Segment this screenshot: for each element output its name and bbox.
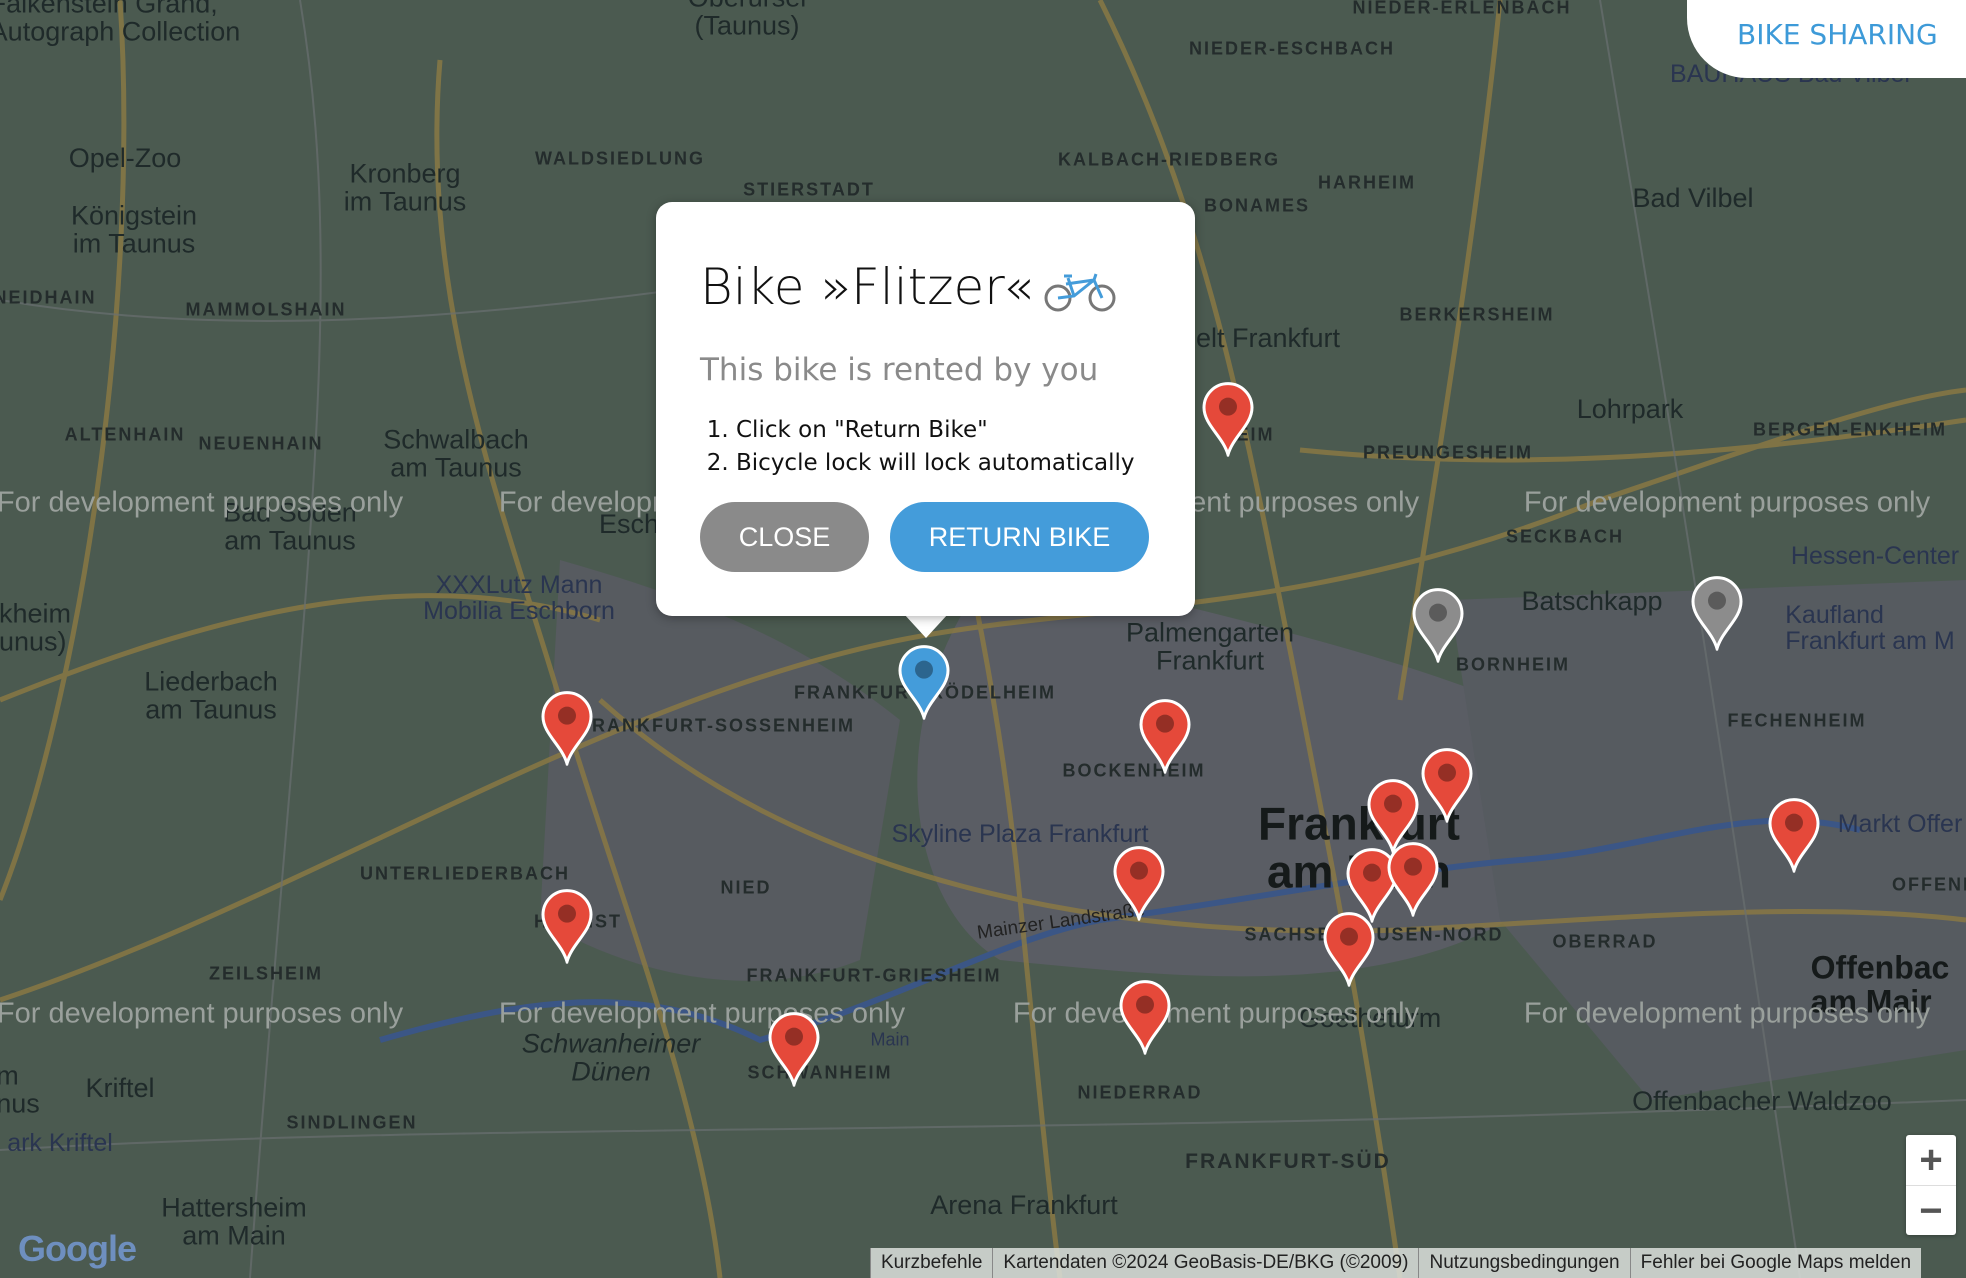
map-label: Kronberg im Taunus <box>343 158 467 217</box>
map-label: kheim unus) <box>0 598 72 657</box>
map-label: Liederbach am Taunus <box>144 666 278 725</box>
watermark: For development purposes only <box>0 997 404 1030</box>
map-label: Lohrpark <box>1576 393 1684 424</box>
map-label: Batschkapp <box>1521 585 1663 616</box>
map-label: Falkenstein Grand, Autograph Collection <box>0 0 241 47</box>
map-label: Königstein im Taunus <box>70 200 198 259</box>
bike-marker[interactable] <box>1201 381 1255 461</box>
return-bike-button[interactable]: RETURN BIKE <box>890 502 1149 572</box>
bike-marker[interactable] <box>1420 747 1474 827</box>
bike-marker[interactable] <box>1118 979 1172 1059</box>
google-logo: Google <box>18 1228 137 1269</box>
map-label: Opel-Zoo <box>68 142 182 173</box>
bike-marker[interactable] <box>1386 841 1440 921</box>
map-label: BORNHEIM <box>1456 654 1570 675</box>
zoom-out-button[interactable]: − <box>1906 1186 1956 1236</box>
map-label: SINDLINGEN <box>286 1112 418 1133</box>
map-label: Kaufland Frankfurt am M <box>1785 600 1955 655</box>
map-label: STIERSTADT <box>743 179 875 200</box>
map-attribution: Kurzbefehle Kartendaten ©2024 GeoBasis-D… <box>870 1248 1922 1278</box>
watermark: For development purposes only <box>498 997 906 1030</box>
map-label: OBERRAD <box>1552 931 1658 952</box>
popup-title: Bike »Flitzer« <box>700 258 1116 316</box>
map-label: Markt Offer <box>1837 809 1963 838</box>
bike-marker[interactable] <box>1322 911 1376 991</box>
map-label: BONAMES <box>1203 195 1311 216</box>
selected-bike-marker[interactable] <box>897 644 951 724</box>
map-label: Hattersheim am Main <box>161 1192 307 1251</box>
bike-marker[interactable] <box>540 888 594 968</box>
watermark: For development purposes only <box>1523 486 1931 519</box>
bike-marker[interactable] <box>1112 845 1166 925</box>
zoom-in-button[interactable]: + <box>1906 1135 1956 1186</box>
map-label: NIEDER-ESCHBACH <box>1188 38 1396 59</box>
map-data-credit: Kartendaten ©2024 GeoBasis-DE/BKG (©2009… <box>992 1248 1419 1278</box>
bicycle-icon <box>1044 273 1116 311</box>
map-label: m nus <box>0 1060 40 1119</box>
close-button[interactable]: CLOSE <box>700 502 869 572</box>
instruction-step: Bicycle lock will lock automatically <box>736 447 1135 480</box>
report-error-link[interactable]: Fehler bei Google Maps melden <box>1629 1248 1922 1278</box>
map-label: KALBACH-RIEDBERG <box>1058 149 1280 170</box>
map-label: FRANKFURT-SOSSENHEIM <box>578 715 856 736</box>
watermark: For development purposes only <box>1523 997 1931 1030</box>
map-label: PREUNGESHEIM <box>1362 442 1534 463</box>
watermark: For development purposes only <box>1012 997 1420 1030</box>
map-label: Arena Frankfurt <box>930 1189 1118 1220</box>
map-label: UNTERLIEDERBACH <box>360 863 570 884</box>
bike-marker[interactable] <box>767 1011 821 1091</box>
map-label: ALTENHAIN <box>64 424 186 445</box>
return-instructions: Click on "Return Bike" Bicycle lock will… <box>700 414 1135 480</box>
bike-name: Bike »Flitzer« <box>700 258 1034 316</box>
map-label: Offenbacher Waldzoo <box>1632 1085 1892 1116</box>
map-label: MAMMOLSHAIN <box>185 299 347 320</box>
app-title[interactable]: BIKE SHARING <box>1737 18 1938 51</box>
map-label: OFFENB <box>1892 874 1966 895</box>
map-label: BERKERSHEIM <box>1399 304 1555 325</box>
map[interactable]: Falkenstein Grand, Autograph Collection … <box>0 0 1966 1278</box>
bike-marker[interactable] <box>540 690 594 770</box>
map-label: elt Frankfurt <box>1195 322 1341 353</box>
map-label: FRANKFURT-SÜD <box>1185 1149 1391 1173</box>
map-label: Hessen-Center <box>1790 541 1960 570</box>
map-label: Kriftel <box>85 1072 155 1103</box>
map-label: NEUENHAIN <box>198 433 324 454</box>
app-header: BIKE SHARING <box>1687 0 1966 78</box>
map-label: NIEDERRAD <box>1077 1082 1203 1103</box>
map-label: WALDSIEDLUNG <box>535 148 705 169</box>
map-label: FRANKFURT-GRIESHEIM <box>746 965 1002 986</box>
map-label: Palmengarten Frankfurt <box>1125 617 1295 676</box>
zoom-controls: + − <box>1906 1135 1956 1235</box>
map-label: Schwalbach am Taunus <box>383 424 529 483</box>
unavailable-bike-marker[interactable] <box>1411 587 1465 667</box>
map-label: FECHENHEIM <box>1727 710 1867 731</box>
map-label: Main <box>870 1029 910 1050</box>
unavailable-bike-marker[interactable] <box>1690 575 1744 655</box>
map-label: NIED <box>720 877 772 898</box>
rental-status: This bike is rented by you <box>700 352 1099 388</box>
map-label: ZEILSHEIM <box>208 963 324 984</box>
popup-pointer <box>904 614 948 638</box>
instruction-step: Click on "Return Bike" <box>736 414 1135 447</box>
map-label: Bad Vilbel <box>1632 182 1754 213</box>
bike-marker[interactable] <box>1138 698 1192 778</box>
map-label: SECKBACH <box>1505 526 1625 547</box>
map-label: NEIDHAIN <box>0 287 97 308</box>
map-label: HARHEIM <box>1318 172 1416 193</box>
map-label: ark Kriftel <box>7 1128 113 1157</box>
watermark: For development purposes only <box>0 486 404 519</box>
terms-link[interactable]: Nutzungsbedingungen <box>1418 1248 1630 1278</box>
keyboard-shortcuts-link[interactable]: Kurzbefehle <box>870 1248 993 1278</box>
map-label: BERGEN-ENKHEIM <box>1752 419 1948 440</box>
map-label: Schwanheimer Dünen <box>521 1028 701 1087</box>
bike-popup: Bike »Flitzer« This bike is rented by yo… <box>656 202 1195 616</box>
map-label: Oberursel (Taunus) <box>688 0 807 41</box>
map-label: Skyline Plaza Frankfurt <box>891 819 1149 848</box>
bike-marker[interactable] <box>1767 797 1821 877</box>
map-label: NIEDER-ERLENBACH <box>1352 0 1572 18</box>
map-label: XXXLutz Mann Mobilia Eschborn <box>423 570 615 625</box>
